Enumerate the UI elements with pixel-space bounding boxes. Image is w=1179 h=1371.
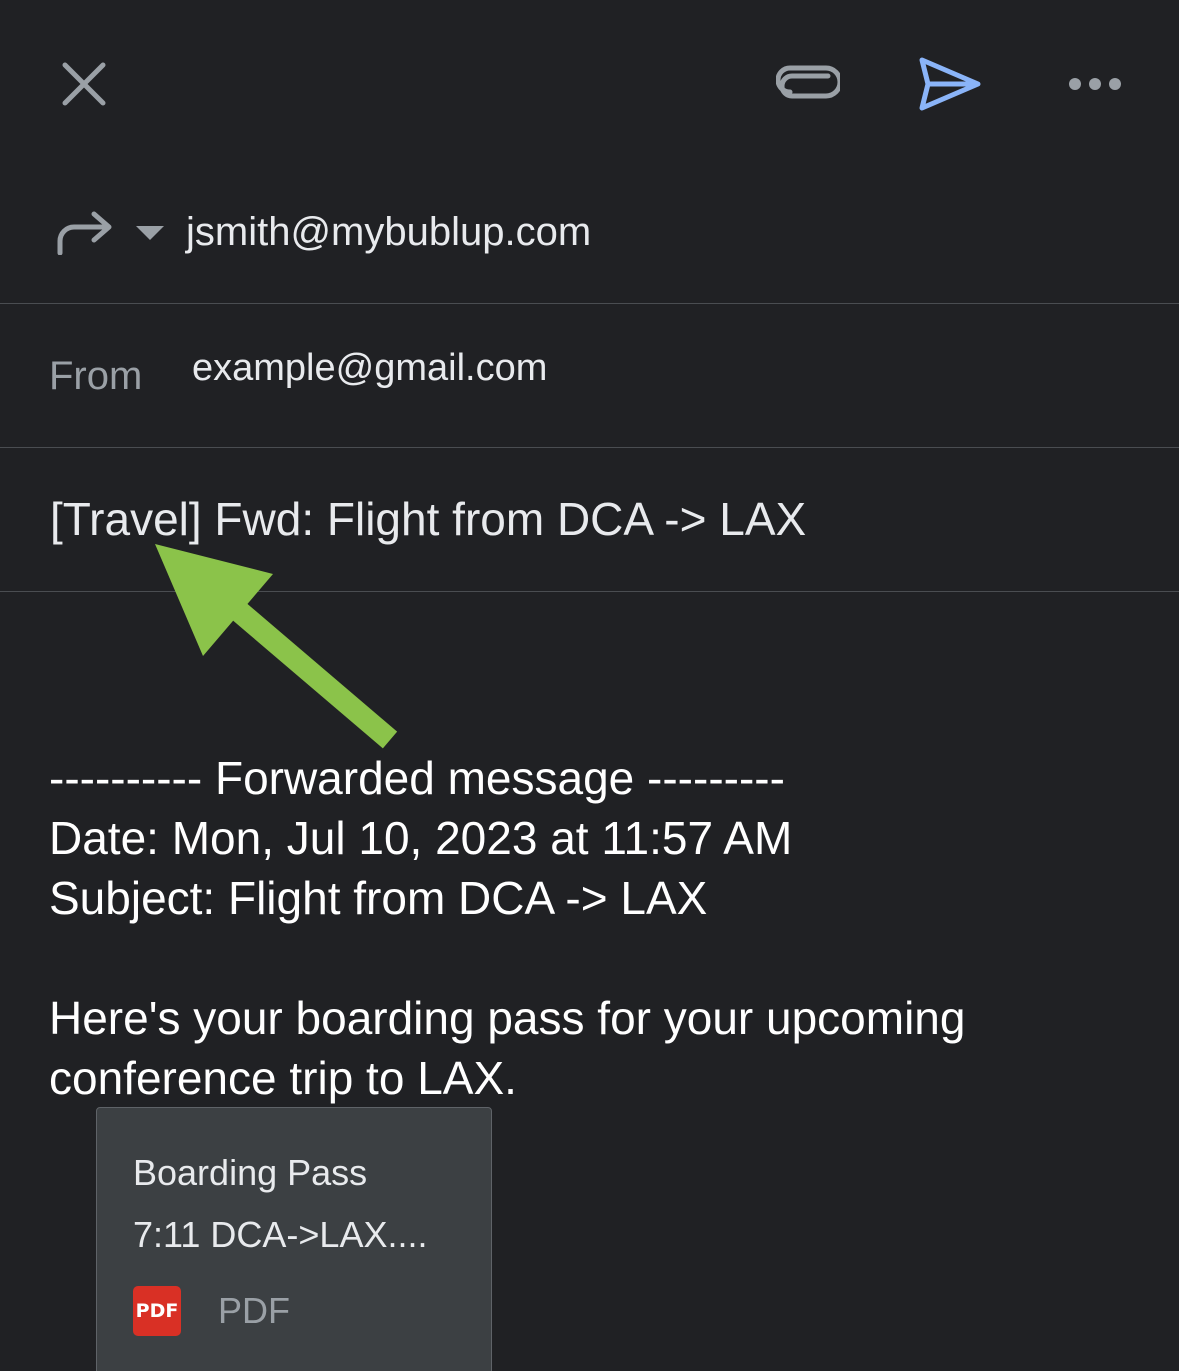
attachment-type: PDF xyxy=(218,1290,290,1331)
send-button[interactable] xyxy=(910,48,990,120)
more-horizontal-icon xyxy=(1069,78,1121,90)
to-recipient-field[interactable]: jsmith@mybublup.com xyxy=(186,206,591,258)
forward-subject: Subject: Flight from DCA -> LAX xyxy=(49,872,708,924)
attachment-card[interactable]: Boarding Pass 7:11 DCA->LAX.... PDF PDF xyxy=(96,1107,492,1371)
reply-type-button[interactable] xyxy=(50,208,118,258)
body-spacer xyxy=(49,928,1139,988)
message-line-2: conference trip to LAX. xyxy=(49,1052,517,1104)
send-icon xyxy=(919,57,981,111)
forward-arrow-icon xyxy=(57,211,112,255)
message-line-1: Here's your boarding pass for your upcom… xyxy=(49,992,966,1044)
attachment-title: Boarding Pass xyxy=(133,1152,368,1193)
caret-down-icon xyxy=(136,226,164,240)
subject-field[interactable]: [Travel] Fwd: Flight from DCA -> LAX xyxy=(50,490,806,548)
reply-type-dropdown[interactable] xyxy=(130,218,170,248)
close-icon xyxy=(62,62,106,106)
pdf-icon: PDF xyxy=(133,1286,181,1336)
from-account-selector[interactable]: example@gmail.com xyxy=(192,342,547,394)
more-options-button[interactable] xyxy=(1060,60,1130,108)
compose-screen: jsmith@mybublup.com From example@gmail.c… xyxy=(0,0,1179,1371)
top-toolbar xyxy=(0,0,1179,170)
attach-button[interactable] xyxy=(768,52,848,116)
forward-date: Date: Mon, Jul 10, 2023 at 11:57 AM xyxy=(49,812,793,864)
close-button[interactable] xyxy=(48,48,120,120)
paperclip-icon xyxy=(776,65,840,99)
from-label: From xyxy=(49,354,143,398)
subject-row: [Travel] Fwd: Flight from DCA -> LAX xyxy=(0,448,1179,592)
to-row: jsmith@mybublup.com xyxy=(0,170,1179,304)
from-row: From example@gmail.com xyxy=(0,304,1179,448)
message-body[interactable]: ---------- Forwarded message --------- D… xyxy=(49,748,1139,1108)
forward-header: ---------- Forwarded message --------- xyxy=(49,752,785,804)
attachment-subtitle: 7:11 DCA->LAX.... xyxy=(133,1214,428,1255)
